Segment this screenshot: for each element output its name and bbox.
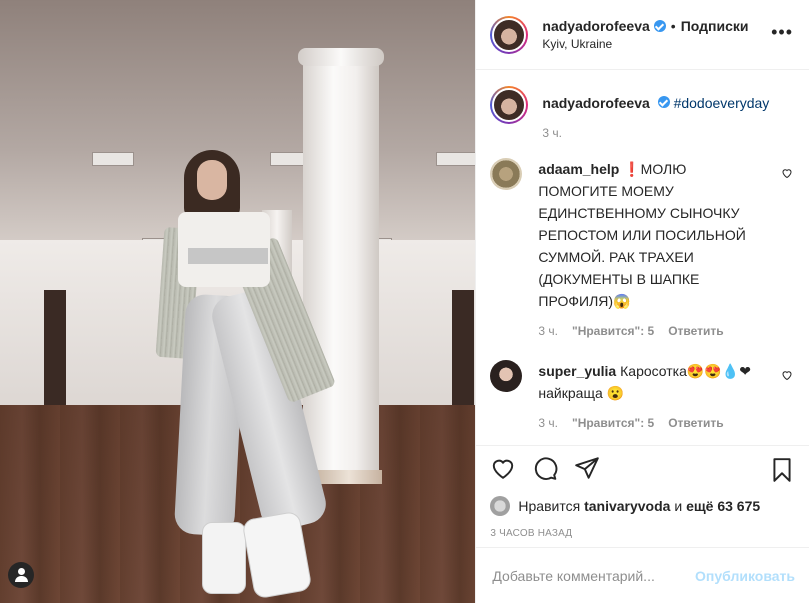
add-comment-bar: Опубликовать: [476, 547, 809, 603]
photo-lamp: [436, 152, 476, 166]
comment-avatar[interactable]: [490, 360, 523, 392]
photo-face: [197, 160, 227, 200]
photo-boot-left: [202, 522, 246, 594]
header-separator: •: [670, 18, 676, 34]
comment-reply-button[interactable]: Ответить: [668, 412, 723, 434]
comment-body: adaam_help ❗️МОЛЮ ПОМОГИТЕ МОЕМУ ЕДИНСТВ…: [538, 158, 795, 342]
photo-pillar-base: [316, 470, 382, 484]
comment-like-icon[interactable]: [781, 166, 793, 179]
likes-and: и: [674, 498, 683, 514]
caption-body: nadyadorofeeva #dodoeveryday 3 ч.: [542, 86, 795, 144]
comment-reply-button[interactable]: Ответить: [668, 320, 723, 342]
caption-username[interactable]: nadyadorofeeva: [542, 95, 649, 111]
comment-like-icon[interactable]: [781, 368, 793, 381]
author-avatar-image: [492, 17, 527, 52]
caption-time[interactable]: 3 ч.: [542, 122, 562, 144]
liker-avatar[interactable]: [490, 496, 511, 516]
comment-item: adaam_help ❗️МОЛЮ ПОМОГИТЕ МОЕМУ ЕДИНСТВ…: [490, 158, 795, 342]
comment-time[interactable]: 3 ч.: [538, 320, 558, 342]
likes-summary: Нравится tanivaryvoda и ещё 63 675: [476, 493, 809, 519]
author-username[interactable]: nadyadorofeeva: [542, 18, 649, 34]
photo-lamp: [92, 152, 134, 166]
comment-content: super_yulia Каросотка😍😍💧❤ найкраща 😮: [538, 360, 795, 404]
share-paper-plane-icon[interactable]: [574, 455, 600, 484]
post-timestamp[interactable]: 3 часов назад: [476, 519, 809, 547]
comment-likes[interactable]: "Нравится": 5: [572, 412, 654, 434]
photo-pillar: [303, 55, 379, 480]
comment-likes[interactable]: "Нравится": 5: [572, 320, 654, 342]
caption-meta: 3 ч.: [542, 122, 795, 144]
like-heart-icon[interactable]: [490, 455, 516, 484]
post-sidebar: nadyadorofeeva • Подписки Kyiv, Ukraine …: [475, 0, 809, 603]
publish-comment-button[interactable]: Опубликовать: [695, 568, 795, 584]
user-tags-icon[interactable]: [8, 562, 34, 588]
photo-pillar-cap: [298, 48, 384, 66]
instagram-post: nadyadorofeeva • Подписки Kyiv, Ukraine …: [0, 0, 809, 603]
caption: nadyadorofeeva #dodoeveryday 3 ч.: [490, 86, 795, 144]
more-horizontal-icon[interactable]: •••: [771, 23, 793, 41]
header-text: nadyadorofeeva • Подписки Kyiv, Ukraine: [542, 18, 795, 51]
header-row: nadyadorofeeva • Подписки: [542, 18, 795, 34]
post-header: nadyadorofeeva • Подписки Kyiv, Ukraine …: [476, 0, 809, 70]
verified-badge-icon: [653, 20, 666, 32]
location-link[interactable]: Kyiv, Ukraine: [542, 37, 795, 51]
following-button[interactable]: Подписки: [681, 18, 749, 34]
post-actions: [476, 445, 809, 493]
add-comment-input[interactable]: [490, 566, 686, 585]
post-photo[interactable]: [0, 0, 476, 603]
photo-door: [44, 290, 66, 410]
comment-bubble-icon[interactable]: [532, 455, 558, 484]
comments-list[interactable]: nadyadorofeeva #dodoeveryday 3 ч. adaam_…: [476, 70, 809, 445]
comment-avatar[interactable]: [490, 158, 523, 190]
photo-door: [452, 290, 474, 410]
comment-text: ❗️МОЛЮ ПОМОГИТЕ МОЕМУ ЕДИНСТВЕННОМУ СЫНО…: [538, 161, 746, 309]
comment-time[interactable]: 3 ч.: [538, 412, 558, 434]
comment-item: super_yulia Каросотка😍😍💧❤ найкраща 😮 3 ч…: [490, 360, 795, 434]
caption-avatar[interactable]: [490, 86, 529, 124]
comment-username[interactable]: super_yulia: [538, 363, 616, 379]
verified-badge-icon: [657, 96, 670, 108]
caption-avatar-image: [492, 88, 527, 122]
photo-top-band: [188, 248, 268, 264]
liker-username[interactable]: tanivaryvoda: [584, 498, 670, 514]
comment-content: adaam_help ❗️МОЛЮ ПОМОГИТЕ МОЕМУ ЕДИНСТВ…: [538, 158, 795, 312]
comment-meta: 3 ч. "Нравится": 5 Ответить: [538, 320, 795, 342]
caption-hashtag[interactable]: #dodoeveryday: [674, 95, 770, 111]
likes-prefix: Нравится: [518, 498, 581, 514]
author-avatar[interactable]: [490, 15, 529, 54]
comment-meta: 3 ч. "Нравится": 5 Ответить: [538, 412, 795, 434]
comment-username[interactable]: adaam_help: [538, 161, 619, 177]
likes-count[interactable]: ещё 63 675: [686, 498, 760, 514]
caption-line: nadyadorofeeva #dodoeveryday: [542, 92, 795, 114]
comment-body: super_yulia Каросотка😍😍💧❤ найкраща 😮 3 ч…: [538, 360, 795, 434]
bookmark-icon[interactable]: [769, 457, 795, 486]
